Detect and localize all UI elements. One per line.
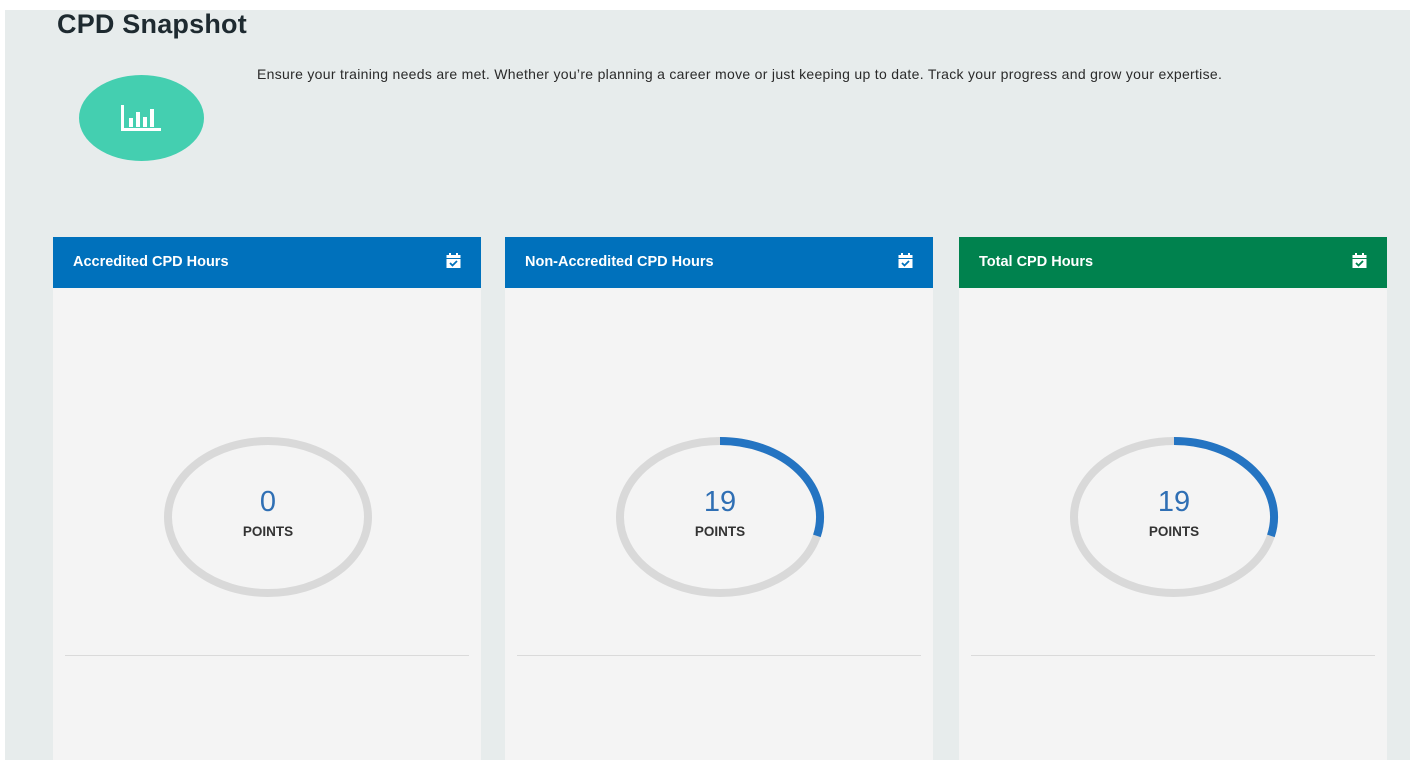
points-label: POINTS (694, 524, 746, 539)
card-divider (971, 655, 1375, 656)
card-divider (517, 655, 921, 656)
cpd-logo (79, 75, 204, 161)
points-ring: 0 POINTS (161, 435, 375, 599)
card-title: Non-Accredited CPD Hours (525, 254, 714, 270)
card-header: Total CPD Hours (959, 237, 1387, 288)
card-header: Non-Accredited CPD Hours (505, 237, 933, 288)
points-label: POINTS (1148, 524, 1200, 539)
cpd-snapshot-page: CPD Snapshot Ensure your training needs … (5, 9, 1410, 760)
calendar-check-icon[interactable] (446, 253, 461, 272)
bar-chart-icon (121, 105, 161, 131)
card-non-accredited-cpd-hours: Non-Accredited CPD Hours 19 POINTS (505, 237, 933, 760)
points-ring: 19 POINTS (613, 435, 827, 599)
intro-text: Ensure your training needs are met. Whet… (257, 66, 1223, 82)
card-total-cpd-hours: Total CPD Hours 19 POINTS (959, 237, 1387, 760)
card-accredited-cpd-hours: Accredited CPD Hours 0 POINTS (53, 237, 481, 760)
points-value: 19 (703, 486, 737, 518)
calendar-check-icon[interactable] (1352, 253, 1367, 272)
card-divider (65, 655, 469, 656)
points-value: 0 (259, 486, 277, 518)
page-title: CPD Snapshot (57, 9, 247, 39)
card-header: Accredited CPD Hours (53, 237, 481, 288)
calendar-check-icon[interactable] (898, 253, 913, 272)
card-title: Total CPD Hours (979, 254, 1094, 270)
points-label: POINTS (242, 524, 294, 539)
card-title: Accredited CPD Hours (73, 254, 229, 270)
points-ring: 19 POINTS (1067, 435, 1281, 599)
points-value: 19 (1157, 486, 1191, 518)
